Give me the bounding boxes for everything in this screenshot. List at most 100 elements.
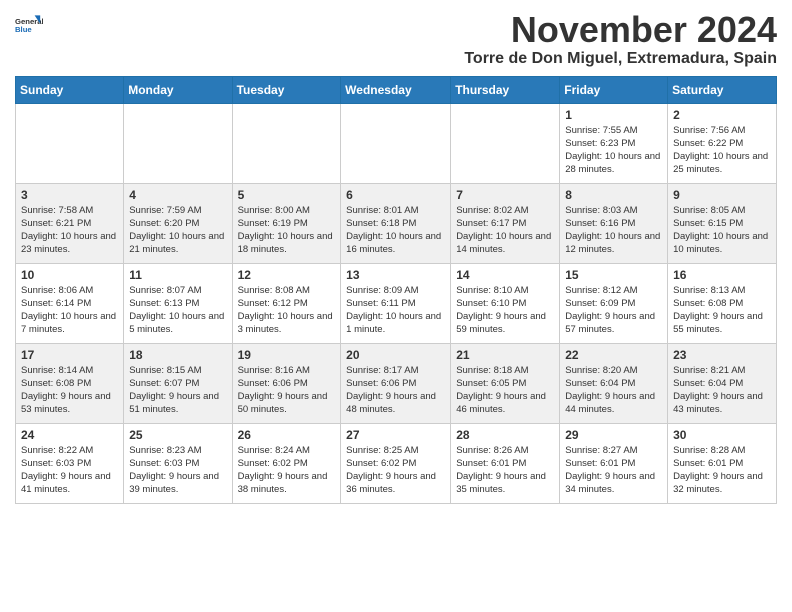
calendar-cell — [341, 103, 451, 183]
day-number: 2 — [673, 108, 771, 122]
day-number: 22 — [565, 348, 662, 362]
day-info: Sunrise: 8:25 AM Sunset: 6:02 PM Dayligh… — [346, 444, 445, 497]
day-number: 5 — [238, 188, 336, 202]
calendar-cell: 29 Sunrise: 8:27 AM Sunset: 6:01 PM Dayli… — [560, 423, 668, 503]
calendar-cell: 7 Sunrise: 8:02 AM Sunset: 6:17 PM Daylig… — [451, 183, 560, 263]
day-info: Sunrise: 8:17 AM Sunset: 6:06 PM Dayligh… — [346, 364, 445, 417]
day-number: 12 — [238, 268, 336, 282]
calendar-cell: 27 Sunrise: 8:25 AM Sunset: 6:02 PM Dayli… — [341, 423, 451, 503]
day-number: 25 — [129, 428, 226, 442]
title-section: November 2024 Torre de Don Miguel, Extre… — [464, 10, 777, 68]
day-info: Sunrise: 8:18 AM Sunset: 6:05 PM Dayligh… — [456, 364, 554, 417]
col-header-sunday: Sunday — [16, 76, 124, 103]
day-info: Sunrise: 8:16 AM Sunset: 6:06 PM Dayligh… — [238, 364, 336, 417]
calendar-cell: 30 Sunrise: 8:28 AM Sunset: 6:01 PM Dayli… — [668, 423, 777, 503]
calendar-cell: 21 Sunrise: 8:18 AM Sunset: 6:05 PM Dayli… — [451, 343, 560, 423]
day-number: 9 — [673, 188, 771, 202]
day-info: Sunrise: 8:28 AM Sunset: 6:01 PM Dayligh… — [673, 444, 771, 497]
day-number: 17 — [21, 348, 118, 362]
day-number: 29 — [565, 428, 662, 442]
day-info: Sunrise: 8:00 AM Sunset: 6:19 PM Dayligh… — [238, 204, 336, 257]
col-header-wednesday: Wednesday — [341, 76, 451, 103]
day-info: Sunrise: 8:10 AM Sunset: 6:10 PM Dayligh… — [456, 284, 554, 337]
day-info: Sunrise: 8:02 AM Sunset: 6:17 PM Dayligh… — [456, 204, 554, 257]
day-info: Sunrise: 8:22 AM Sunset: 6:03 PM Dayligh… — [21, 444, 118, 497]
week-row-1: 1Sunrise: 7:55 AM Sunset: 6:23 PM Daylig… — [16, 103, 777, 183]
day-info: Sunrise: 8:21 AM Sunset: 6:04 PM Dayligh… — [673, 364, 771, 417]
day-number: 20 — [346, 348, 445, 362]
day-info: Sunrise: 8:08 AM Sunset: 6:12 PM Dayligh… — [238, 284, 336, 337]
calendar-cell — [232, 103, 341, 183]
day-info: Sunrise: 8:03 AM Sunset: 6:16 PM Dayligh… — [565, 204, 662, 257]
day-number: 27 — [346, 428, 445, 442]
day-info: Sunrise: 8:01 AM Sunset: 6:18 PM Dayligh… — [346, 204, 445, 257]
day-number: 26 — [238, 428, 336, 442]
calendar-cell: 28Sunrise: 8:26 AM Sunset: 6:01 PM Dayli… — [451, 423, 560, 503]
calendar-cell: 13 Sunrise: 8:09 AM Sunset: 6:11 PM Dayli… — [341, 263, 451, 343]
day-number: 4 — [129, 188, 226, 202]
calendar-cell: 15Sunrise: 8:12 AM Sunset: 6:09 PM Dayli… — [560, 263, 668, 343]
calendar-cell — [124, 103, 232, 183]
day-number: 6 — [346, 188, 445, 202]
day-info: Sunrise: 8:20 AM Sunset: 6:04 PM Dayligh… — [565, 364, 662, 417]
calendar-cell: 4 Sunrise: 7:59 AM Sunset: 6:20 PM Daylig… — [124, 183, 232, 263]
day-info: Sunrise: 8:06 AM Sunset: 6:14 PM Dayligh… — [21, 284, 118, 337]
day-number: 7 — [456, 188, 554, 202]
day-number: 30 — [673, 428, 771, 442]
calendar-cell: 19 Sunrise: 8:16 AM Sunset: 6:06 PM Dayli… — [232, 343, 341, 423]
month-title: November 2024 — [464, 10, 777, 50]
calendar-cell: 6 Sunrise: 8:01 AM Sunset: 6:18 PM Daylig… — [341, 183, 451, 263]
day-number: 10 — [21, 268, 118, 282]
svg-text:Blue: Blue — [15, 25, 32, 34]
day-number: 23 — [673, 348, 771, 362]
calendar-cell: 2 Sunrise: 7:56 AM Sunset: 6:22 PM Daylig… — [668, 103, 777, 183]
calendar-cell: 1Sunrise: 7:55 AM Sunset: 6:23 PM Daylig… — [560, 103, 668, 183]
calendar-cell: 26Sunrise: 8:24 AM Sunset: 6:02 PM Dayli… — [232, 423, 341, 503]
day-info: Sunrise: 7:56 AM Sunset: 6:22 PM Dayligh… — [673, 124, 771, 177]
header: General Blue November 2024 Torre de Don … — [15, 10, 777, 68]
calendar-cell: 5 Sunrise: 8:00 AM Sunset: 6:19 PM Daylig… — [232, 183, 341, 263]
day-number: 14 — [456, 268, 554, 282]
day-info: Sunrise: 8:14 AM Sunset: 6:08 PM Dayligh… — [21, 364, 118, 417]
day-number: 3 — [21, 188, 118, 202]
logo-icon: General Blue — [15, 14, 43, 42]
col-header-friday: Friday — [560, 76, 668, 103]
week-row-4: 17 Sunrise: 8:14 AM Sunset: 6:08 PM Dayli… — [16, 343, 777, 423]
calendar-cell: 20 Sunrise: 8:17 AM Sunset: 6:06 PM Dayli… — [341, 343, 451, 423]
day-info: Sunrise: 8:13 AM Sunset: 6:08 PM Dayligh… — [673, 284, 771, 337]
day-info: Sunrise: 7:59 AM Sunset: 6:20 PM Dayligh… — [129, 204, 226, 257]
day-number: 11 — [129, 268, 226, 282]
day-info: Sunrise: 8:07 AM Sunset: 6:13 PM Dayligh… — [129, 284, 226, 337]
day-number: 13 — [346, 268, 445, 282]
page-container: General Blue November 2024 Torre de Don … — [0, 0, 792, 519]
calendar-cell: 18 Sunrise: 8:15 AM Sunset: 6:07 PM Dayli… — [124, 343, 232, 423]
day-number: 21 — [456, 348, 554, 362]
col-header-saturday: Saturday — [668, 76, 777, 103]
calendar-cell: 25 Sunrise: 8:23 AM Sunset: 6:03 PM Dayli… — [124, 423, 232, 503]
day-number: 1 — [565, 108, 662, 122]
day-number: 19 — [238, 348, 336, 362]
calendar-cell: 22 Sunrise: 8:20 AM Sunset: 6:04 PM Dayli… — [560, 343, 668, 423]
day-info: Sunrise: 8:15 AM Sunset: 6:07 PM Dayligh… — [129, 364, 226, 417]
calendar-cell: 23 Sunrise: 8:21 AM Sunset: 6:04 PM Dayli… — [668, 343, 777, 423]
calendar-cell: 16 Sunrise: 8:13 AM Sunset: 6:08 PM Dayli… — [668, 263, 777, 343]
day-info: Sunrise: 8:26 AM Sunset: 6:01 PM Dayligh… — [456, 444, 554, 497]
calendar-cell: 8Sunrise: 8:03 AM Sunset: 6:16 PM Daylig… — [560, 183, 668, 263]
day-number: 18 — [129, 348, 226, 362]
day-info: Sunrise: 8:27 AM Sunset: 6:01 PM Dayligh… — [565, 444, 662, 497]
day-info: Sunrise: 8:23 AM Sunset: 6:03 PM Dayligh… — [129, 444, 226, 497]
calendar-cell: 11 Sunrise: 8:07 AM Sunset: 6:13 PM Dayli… — [124, 263, 232, 343]
week-row-3: 10 Sunrise: 8:06 AM Sunset: 6:14 PM Dayli… — [16, 263, 777, 343]
day-info: Sunrise: 8:09 AM Sunset: 6:11 PM Dayligh… — [346, 284, 445, 337]
calendar-cell — [451, 103, 560, 183]
day-number: 24 — [21, 428, 118, 442]
day-number: 16 — [673, 268, 771, 282]
calendar-cell: 3Sunrise: 7:58 AM Sunset: 6:21 PM Daylig… — [16, 183, 124, 263]
day-info: Sunrise: 8:05 AM Sunset: 6:15 PM Dayligh… — [673, 204, 771, 257]
calendar-cell — [16, 103, 124, 183]
col-header-tuesday: Tuesday — [232, 76, 341, 103]
calendar-header-row: SundayMondayTuesdayWednesdayThursdayFrid… — [16, 76, 777, 103]
calendar-cell: 14 Sunrise: 8:10 AM Sunset: 6:10 PM Dayli… — [451, 263, 560, 343]
calendar-cell: 10 Sunrise: 8:06 AM Sunset: 6:14 PM Dayli… — [16, 263, 124, 343]
logo: General Blue — [15, 14, 47, 42]
